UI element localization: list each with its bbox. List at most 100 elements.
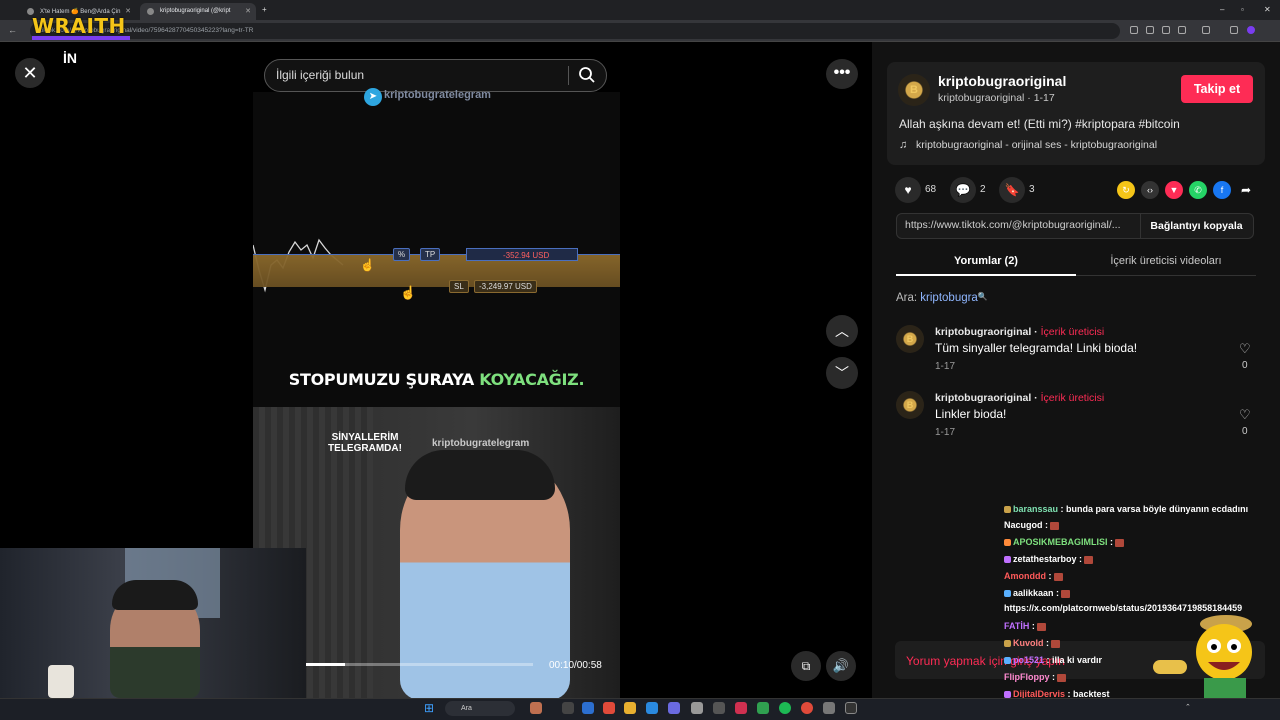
like-count: 68: [925, 184, 937, 195]
chat-emote-icon: [1061, 589, 1071, 598]
search-hint[interactable]: Ara: kriptobugra🔍: [896, 292, 988, 304]
chat-username[interactable]: FATİH: [1004, 621, 1032, 631]
chat-username[interactable]: aalikkaan: [1013, 588, 1056, 598]
taskbar-app-icon[interactable]: [562, 702, 574, 714]
taskbar-app-icon[interactable]: [582, 702, 594, 714]
chrome-icon[interactable]: [801, 702, 813, 714]
close-video-button[interactable]: ✕: [15, 58, 45, 88]
share-arrow-icon[interactable]: ➦: [1237, 181, 1255, 199]
whatsapp-icon[interactable]: ✆: [1189, 181, 1207, 199]
chat-message: Nacugod :: [1004, 520, 1060, 530]
close-tab-icon[interactable]: ✕: [125, 7, 131, 15]
wraith-underline: [32, 36, 130, 40]
chat-username[interactable]: APOSIKMEBAGIMLISI: [1013, 537, 1110, 547]
close-tab-icon[interactable]: ✕: [245, 7, 251, 15]
comment-avatar[interactable]: B: [896, 391, 924, 419]
chat-username[interactable]: Kuvold: [1013, 638, 1046, 648]
embed-icon[interactable]: ‹›: [1141, 181, 1159, 199]
comment-avatar[interactable]: B: [896, 325, 924, 353]
music-title[interactable]: kriptobugraoriginal - orijinal ses - kri…: [916, 139, 1157, 151]
chat-message: baranssau : bunda para varsa böyle dünya…: [1004, 504, 1248, 514]
extensions-icon[interactable]: [1202, 26, 1210, 34]
profile-avatar[interactable]: [1247, 26, 1255, 34]
copy-link-button[interactable]: Bağlantıyı kopyala: [1140, 214, 1252, 238]
spotify-icon[interactable]: [779, 702, 791, 714]
translate-icon[interactable]: [1130, 26, 1138, 34]
comment-username: kriptobugraoriginal: [935, 326, 1032, 338]
follow-button[interactable]: Takip et: [1181, 75, 1253, 103]
pip-button[interactable]: ⧉: [791, 651, 821, 681]
send-icon[interactable]: ▼: [1165, 181, 1183, 199]
webcam-person-hair: [112, 580, 198, 610]
cast-icon[interactable]: [1162, 26, 1170, 34]
maximize-icon[interactable]: ▫: [1241, 5, 1244, 14]
bookmark-star-icon[interactable]: [1178, 26, 1186, 34]
comment-like-icon[interactable]: ♡: [1239, 407, 1251, 423]
tab-list-button[interactable]: [4, 3, 16, 20]
creator-avatar[interactable]: B: [898, 74, 930, 106]
url-field[interactable]: tiktok.com/@kriptobugraoriginal/video/75…: [30, 23, 1120, 39]
taskbar-app-icon[interactable]: [845, 702, 857, 714]
chat-username[interactable]: Nacugod: [1004, 520, 1045, 530]
chat-emote-icon: [1053, 572, 1063, 581]
chat-username[interactable]: po1521: [1013, 655, 1047, 665]
taskbar-app-icon[interactable]: [735, 702, 747, 714]
progress-fill: [306, 663, 345, 666]
minimize-icon[interactable]: –: [1220, 5, 1224, 14]
taskbar-app-icon[interactable]: [691, 702, 703, 714]
cam-watermark: kriptobugratelegram: [432, 438, 530, 449]
search-icon[interactable]: [578, 66, 596, 84]
chat-username[interactable]: zetathestarboy: [1013, 554, 1079, 564]
tp-chip: TP: [420, 248, 441, 261]
chat-username[interactable]: FlipFloppy: [1004, 672, 1052, 682]
emoji-mascot: [1196, 615, 1252, 698]
chat-message: po1521 : illa ki vardır: [1004, 655, 1102, 665]
creator-username[interactable]: kriptobugraoriginal: [938, 73, 1066, 89]
coins-icon: [1153, 660, 1187, 674]
previous-video-button[interactable]: ︿: [826, 315, 858, 347]
chrome-icon[interactable]: [603, 702, 615, 714]
taskbar-app-icon[interactable]: [530, 702, 542, 714]
volume-button[interactable]: 🔊: [826, 651, 856, 681]
comment-like-icon[interactable]: ♡: [1239, 341, 1251, 357]
comment-date: 1-17: [935, 427, 956, 438]
tab-creator-videos[interactable]: İçerik üreticisi videoları: [1076, 248, 1256, 276]
chat-username[interactable]: baranssau: [1013, 504, 1061, 514]
bookmark-icon[interactable]: 🔖: [999, 177, 1025, 203]
chat-message: Amonddd :: [1004, 571, 1063, 581]
windows-start-icon[interactable]: ⊞: [424, 702, 436, 714]
chat-text: : bunda para varsa böyle dünyanın ecdadı…: [1060, 504, 1249, 514]
edge-icon[interactable]: [646, 702, 658, 714]
menu-icon[interactable]: [1266, 26, 1274, 34]
folder-icon[interactable]: [624, 702, 636, 714]
like-heart-icon[interactable]: ♥: [895, 177, 921, 203]
more-options-button[interactable]: •••: [826, 59, 858, 89]
taskbar-app-icon[interactable]: [668, 702, 680, 714]
back-icon[interactable]: ←: [8, 25, 17, 35]
comment-user[interactable]: kriptobugraoriginal · İçerik üreticisi: [935, 326, 1104, 338]
zoom-icon[interactable]: [1146, 26, 1154, 34]
repost-icon[interactable]: ↻: [1117, 181, 1135, 199]
sidebar-icon[interactable]: [1230, 26, 1238, 34]
comment-icon[interactable]: 💬: [950, 177, 976, 203]
taskbar-app-icon[interactable]: [757, 702, 769, 714]
comment-like-count: 0: [1242, 360, 1248, 371]
comment-role: İçerik üreticisi: [1040, 326, 1105, 338]
tab-2[interactable]: kriptobugraoriginal (@kript ✕: [140, 3, 256, 20]
new-tab-icon[interactable]: +: [262, 5, 267, 14]
taskbar-app-icon[interactable]: [713, 702, 725, 714]
taskbar-app-icon[interactable]: [823, 702, 835, 714]
facebook-icon[interactable]: f: [1213, 181, 1231, 199]
taskbar-search[interactable]: Ara: [445, 701, 515, 716]
search-hint-prefix: Ara:: [896, 292, 921, 304]
chat-username[interactable]: Amonddd: [1004, 571, 1049, 581]
comment-user[interactable]: kriptobugraoriginal · İçerik üreticisi: [935, 392, 1104, 404]
tab-comments[interactable]: Yorumlar (2): [896, 248, 1076, 276]
chat-text: :: [1031, 621, 1035, 631]
system-tray[interactable]: ⌃: [1185, 703, 1191, 711]
chat-emote-icon: [1051, 639, 1060, 648]
chat-emote-icon: [1115, 538, 1125, 547]
windows-taskbar: [0, 698, 1280, 720]
close-window-icon[interactable]: ✕: [1264, 5, 1271, 14]
next-video-button[interactable]: ﹀: [826, 357, 858, 389]
